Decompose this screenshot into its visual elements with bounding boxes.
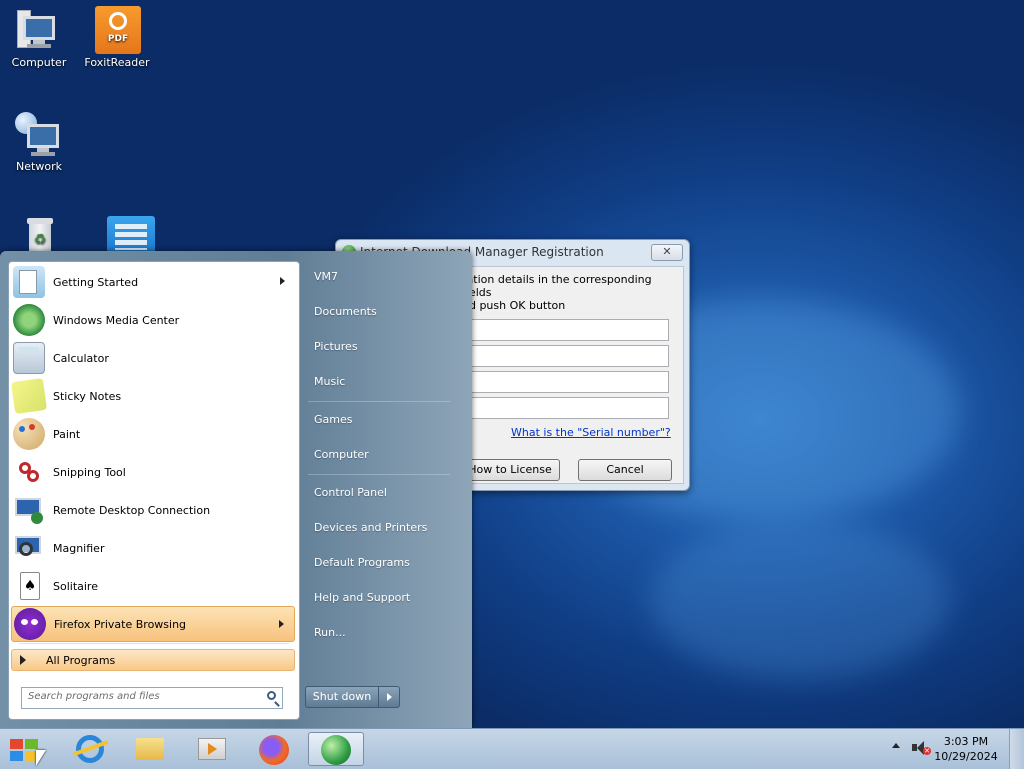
right-item-run[interactable]: Run...	[314, 626, 346, 639]
right-item-computer[interactable]: Computer	[314, 448, 369, 461]
instructions-text: ration details in the corresponding fiel…	[462, 273, 652, 312]
taskbar-media-player[interactable]	[184, 732, 240, 766]
clock-time: 3:03 PM	[943, 735, 989, 748]
taskbar-internet-explorer[interactable]	[62, 732, 118, 766]
firefox-private-icon	[14, 608, 46, 640]
firefox-icon	[259, 735, 289, 765]
program-sticky-notes[interactable]: Sticky Notes	[10, 377, 295, 415]
right-item-help-and-support[interactable]: Help and Support	[314, 591, 410, 604]
desktop-icon-label: Network	[16, 160, 62, 173]
programs-separator	[19, 643, 289, 644]
right-item-pictures[interactable]: Pictures	[314, 340, 358, 353]
program-label: Remote Desktop Connection	[53, 503, 211, 517]
right-item-games[interactable]: Games	[314, 413, 352, 426]
file-explorer-icon	[136, 738, 164, 760]
system-clock[interactable]: 3:03 PM 10/29/2024	[930, 734, 1002, 764]
calculator-icon	[13, 342, 45, 374]
program-label: Sticky Notes	[53, 389, 122, 403]
program-getting-started[interactable]: Getting Started	[11, 264, 295, 300]
email-field[interactable]	[462, 371, 669, 393]
desktop-icon-label: Computer	[11, 56, 67, 69]
program-windows-media-center[interactable]: Windows Media Center	[11, 302, 295, 338]
right-separator	[308, 401, 450, 402]
close-button[interactable]: ✕	[651, 244, 683, 261]
program-label: Getting Started	[53, 275, 139, 289]
shutdown-options-button[interactable]	[378, 686, 400, 708]
right-separator	[308, 474, 450, 475]
taskbar-file-explorer[interactable]	[122, 732, 178, 766]
how-to-license-button[interactable]: How to License	[460, 459, 560, 481]
program-label: Windows Media Center	[53, 313, 180, 327]
shutdown-button[interactable]: Shut down	[305, 686, 379, 708]
search-placeholder: Search programs and files	[28, 691, 160, 702]
right-item-documents[interactable]: Documents	[314, 305, 377, 318]
desktop[interactable]: Computer PDF FoxitReader Network ♻ Inter…	[0, 0, 1024, 728]
start-menu: Getting Started Windows Media Center Cal…	[0, 251, 472, 728]
program-remote-desktop[interactable]: Remote Desktop Connection	[11, 492, 295, 528]
right-item-devices-and-printers[interactable]: Devices and Printers	[314, 521, 427, 534]
mouse-cursor-icon	[36, 750, 46, 766]
program-label: Solitaire	[53, 579, 98, 593]
program-snipping-tool[interactable]: Snipping Tool	[11, 454, 295, 490]
program-calculator[interactable]: Calculator	[11, 340, 295, 376]
computer-icon	[15, 6, 63, 54]
desktop-icon-label: FoxitReader	[84, 56, 150, 69]
show-hidden-icons-button[interactable]	[892, 743, 900, 748]
network-icon	[15, 110, 63, 158]
cancel-button[interactable]: Cancel	[578, 459, 672, 481]
program-label: Calculator	[53, 351, 109, 365]
sticky-notes-icon	[10, 377, 48, 415]
program-label: Paint	[53, 427, 81, 441]
remote-desktop-icon	[13, 494, 45, 526]
getting-started-icon	[13, 266, 45, 298]
solitaire-icon: ♠	[13, 570, 45, 602]
submenu-arrow-icon	[280, 277, 285, 285]
program-paint[interactable]: Paint	[11, 416, 295, 452]
search-icon	[267, 691, 276, 700]
serial-number-help-link[interactable]: What is the "Serial number"?	[511, 426, 671, 439]
pdf-icon: PDF	[93, 6, 141, 54]
internet-explorer-icon	[73, 735, 109, 763]
all-programs-label: All Programs	[46, 653, 116, 667]
show-desktop-button[interactable]	[1009, 729, 1024, 769]
taskbar: ✕ 3:03 PM 10/29/2024	[0, 728, 1024, 769]
desktop-icon-network[interactable]: Network	[0, 110, 78, 173]
taskbar-firefox[interactable]	[246, 732, 302, 766]
right-item-music[interactable]: Music	[314, 375, 345, 388]
serial-number-field[interactable]	[462, 397, 669, 419]
program-label: Firefox Private Browsing	[54, 617, 187, 631]
expand-arrow-icon	[20, 655, 26, 665]
media-center-icon	[13, 304, 45, 336]
paint-icon	[13, 418, 45, 450]
program-label: Magnifier	[53, 541, 105, 555]
submenu-arrow-icon	[279, 620, 284, 628]
clock-date: 10/29/2024	[934, 750, 998, 763]
program-label: Snipping Tool	[53, 465, 126, 479]
start-menu-programs-pane: Getting Started Windows Media Center Cal…	[8, 261, 300, 720]
snipping-tool-icon	[13, 456, 45, 488]
right-item-vm7[interactable]: VM7	[314, 270, 338, 283]
taskbar-idm[interactable]	[308, 732, 364, 766]
idm-icon	[321, 735, 351, 765]
desktop-icon-computer[interactable]: Computer	[0, 6, 78, 69]
all-programs-button[interactable]: All Programs	[11, 649, 295, 671]
right-item-default-programs[interactable]: Default Programs	[314, 556, 410, 569]
last-name-field[interactable]	[462, 345, 669, 367]
desktop-icon-foxitreader[interactable]: PDF FoxitReader	[78, 6, 156, 69]
magnifier-icon	[13, 532, 45, 564]
volume-muted-icon[interactable]: ✕	[912, 740, 931, 756]
first-name-field[interactable]	[462, 319, 669, 341]
program-firefox-private-browsing[interactable]: Firefox Private Browsing	[11, 606, 295, 642]
program-solitaire[interactable]: ♠ Solitaire	[11, 568, 295, 604]
media-player-icon	[198, 738, 226, 760]
search-input[interactable]: Search programs and files	[21, 687, 283, 709]
program-magnifier[interactable]: Magnifier	[11, 530, 295, 566]
right-item-control-panel[interactable]: Control Panel	[314, 486, 387, 499]
